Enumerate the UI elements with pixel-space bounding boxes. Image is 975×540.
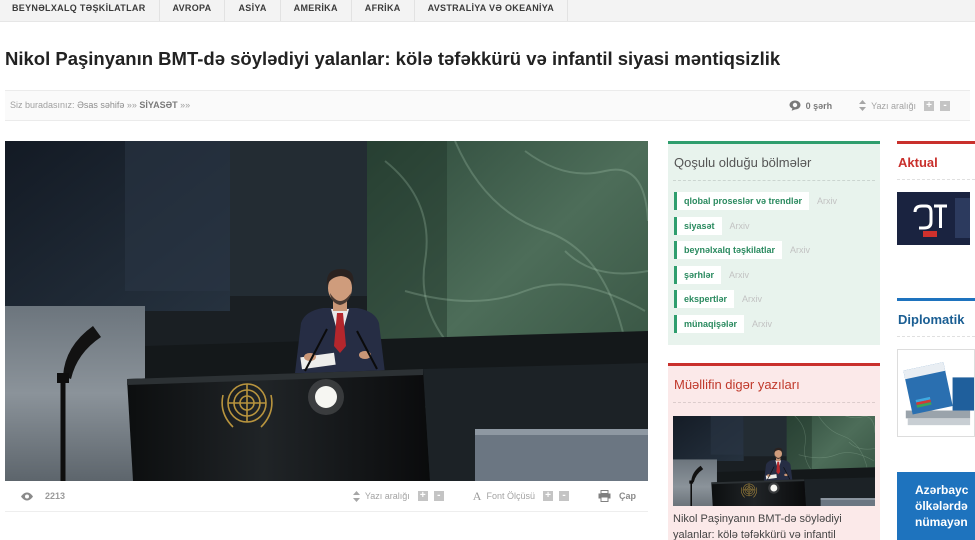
line-spacing-decrease-button[interactable]: - <box>433 491 444 501</box>
nav-item-america[interactable]: AMERİKA <box>281 0 352 21</box>
promo-line: nümayən <box>915 515 968 529</box>
section-link[interactable]: ekspertlər <box>674 290 735 309</box>
related-sections-list: qlobal proseslər və trendlər Arxiv siyas… <box>668 192 880 333</box>
promo-banner[interactable]: Azərbayc ölkələrdə nümayən <box>897 472 975 540</box>
divider <box>673 402 875 403</box>
diplomatik-box: Diplomatik <box>897 298 975 440</box>
archive-link[interactable]: Arxiv <box>790 245 810 255</box>
author-articles-title: Müəllifin digər yazıları <box>674 377 800 392</box>
updown-arrows-icon <box>859 100 867 111</box>
font-size-increase-button[interactable]: + <box>542 491 553 501</box>
views-count: 2213 <box>45 491 66 501</box>
font-size-label: Font Ölçüsü <box>486 491 535 501</box>
article-title: Nikol Paşinyanın BMT-də söylədiyi yalanl… <box>5 48 781 69</box>
related-sections-title: Qoşulu olduğu bölmələr <box>674 155 812 170</box>
nav-item-europe[interactable]: AVROPA <box>160 0 226 21</box>
comments-count: 0 şərh <box>805 100 833 111</box>
nav-item-australia-oceania[interactable]: AVSTRALİYA VƏ OKEANİYA <box>415 0 569 21</box>
author-article-thumbnail[interactable] <box>673 416 875 506</box>
section-link[interactable]: qlobal proseslər və trendlər <box>674 192 810 210</box>
line-spacing-label: Yazı aralığı <box>871 100 916 111</box>
right-sidebar: Aktual Diplomatik Azərbayc ölkələrdə nüm… <box>897 141 975 540</box>
article-toolbar: 2213 Yazı aralığı + - A Font Ölçüsü + - … <box>5 481 648 512</box>
breadcrumb-home-link[interactable]: Əsas səhifə <box>77 100 124 110</box>
font-icon: A <box>472 489 482 503</box>
list-item: qlobal proseslər və trendlər Arxiv <box>674 192 880 210</box>
comment-icon <box>789 100 801 111</box>
line-spacing-label: Yazı aralığı <box>364 491 410 501</box>
article-tools-bottom: Yazı aralığı + - A Font Ölçüsü + - Çap <box>352 490 636 502</box>
breadcrumb: Siz buradasınız: Əsas səhifə »» SİYASƏT … <box>10 91 190 120</box>
breadcrumb-separator: »» <box>126 100 137 110</box>
breadcrumb-prefix: Siz buradasınız: <box>10 100 75 110</box>
list-item: ekspertlər Arxiv <box>674 290 880 309</box>
section-link[interactable]: siyasət <box>674 216 722 235</box>
section-link[interactable]: münaqişələr <box>674 314 745 333</box>
list-item: beynəlxalq təşkilatlar Arxiv <box>674 241 880 260</box>
author-articles-box: Müəllifin digər yazıları Nikol Paşinyanı… <box>668 363 880 540</box>
nav-item-international-organizations[interactable]: BEYNƏLXALQ TƏŞKİLATLAR <box>0 0 160 21</box>
updown-arrows-icon <box>352 490 360 502</box>
comments-link[interactable]: 0 şərh <box>789 100 833 111</box>
related-sections-box: Qoşulu olduğu bölmələr qlobal proseslər … <box>668 141 880 345</box>
aktual-box: Aktual <box>897 141 975 253</box>
archive-link[interactable]: Arxiv <box>729 270 749 280</box>
logo-red-bar <box>923 231 937 237</box>
archive-link[interactable]: Arxiv <box>742 294 762 304</box>
divider <box>897 179 975 180</box>
eye-icon <box>20 492 34 501</box>
divider <box>673 180 875 181</box>
archive-link[interactable]: Arxiv <box>817 196 837 206</box>
nav-item-asia[interactable]: ASİYA <box>225 0 281 21</box>
line-spacing-control: Yazı aralığı + - <box>352 490 444 502</box>
article-photo[interactable] <box>5 141 648 481</box>
aktual-thumbnail[interactable] <box>897 192 970 245</box>
breadcrumb-separator: »» <box>180 100 191 110</box>
line-spacing-increase-button[interactable]: + <box>924 100 934 111</box>
author-article-link[interactable]: Nikol Paşinyanın BMT-də söylədiyi yalanl… <box>673 511 875 540</box>
promo-line: Azərbayc <box>915 483 969 497</box>
breadcrumb-bar: Siz buradasınız: Əsas səhifə »» SİYASƏT … <box>5 90 970 121</box>
line-spacing-decrease-button[interactable]: - <box>940 100 950 111</box>
divider <box>897 336 975 337</box>
aktual-title: Aktual <box>898 155 938 170</box>
list-item: siyasət Arxiv <box>674 216 880 235</box>
archive-link[interactable]: Arxiv <box>730 221 750 231</box>
nav-item-africa[interactable]: AFRİKA <box>352 0 415 21</box>
print-label: Çap <box>618 491 636 501</box>
section-link[interactable]: şərhlər <box>674 265 722 284</box>
thumbnail-panel <box>955 198 970 238</box>
top-navigation: BEYNƏLXALQ TƏŞKİLATLAR AVROPA ASİYA AMER… <box>0 0 975 22</box>
archive-link[interactable]: Arxiv <box>752 319 772 329</box>
section-link[interactable]: beynəlxalq təşkilatlar <box>674 241 783 260</box>
font-size-decrease-button[interactable]: - <box>558 491 569 501</box>
diplomatik-thumbnail[interactable] <box>897 349 975 437</box>
article-photo-scene <box>5 141 648 481</box>
font-size-control: A Font Ölçüsü + - <box>473 490 569 502</box>
list-item: şərhlər Arxiv <box>674 265 880 284</box>
breadcrumb-section-link[interactable]: SİYASƏT <box>139 100 177 110</box>
printer-icon <box>598 490 611 502</box>
thumbnail-scene <box>673 416 875 506</box>
print-button[interactable]: Çap <box>598 490 636 502</box>
line-spacing-control-top: Yazı aralığı + - <box>859 100 950 111</box>
diplomatik-title: Diplomatik <box>898 312 965 327</box>
line-spacing-increase-button[interactable]: + <box>417 491 428 501</box>
views-counter: 2213 <box>20 491 65 501</box>
article-tools-top: 0 şərh Yazı aralığı + - <box>789 91 950 120</box>
list-item: münaqişələr Arxiv <box>674 314 880 333</box>
promo-line: ölkələrdə <box>915 499 968 513</box>
